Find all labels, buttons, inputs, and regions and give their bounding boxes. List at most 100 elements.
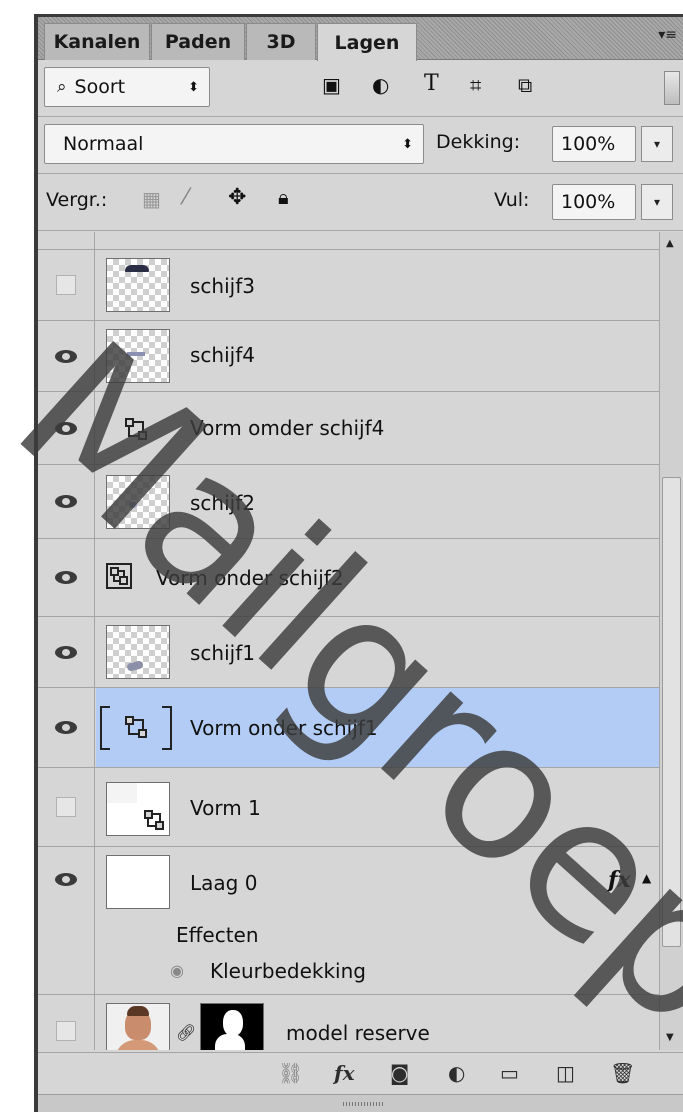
tab-channels[interactable]: Kanalen [44, 23, 150, 60]
layer-name: Vorm 1 [190, 796, 261, 820]
new-layer-icon[interactable]: ◫ [556, 1061, 575, 1085]
layer-name: Vorm onder schijf1 [190, 716, 378, 740]
fx-badge[interactable]: fx [608, 867, 631, 893]
layer-row[interactable]: schijf3 [38, 250, 663, 321]
fill-dropdown-button[interactable]: ▾ [641, 184, 673, 220]
divider [38, 230, 683, 231]
opacity-label: Dekking: [436, 131, 521, 153]
layer-name: schijf4 [190, 343, 255, 367]
effects-label: Effecten [176, 923, 259, 947]
tab-3d[interactable]: 3D [246, 23, 316, 60]
trash-icon[interactable]: 🗑︎ [610, 1061, 635, 1085]
blend-mode-value: Normaal [63, 133, 144, 155]
eye-icon [55, 721, 77, 734]
panel-tab-bar: Kanalen Paden 3D Lagen ▾≡ [38, 17, 683, 61]
layer-row[interactable]: Laag 0 fx ▲ Effecten ◉ Kleurbedekking [38, 847, 663, 995]
layer-row[interactable]: Vorm 1 [38, 768, 663, 847]
panel-menu-icon[interactable]: ▾≡ [658, 27, 677, 43]
layer-thumbnail [106, 1003, 170, 1050]
layer-mask-thumbnail[interactable] [200, 1003, 264, 1050]
tab-paths[interactable]: Paden [151, 23, 245, 60]
tab-layers[interactable]: Lagen [317, 23, 417, 61]
filter-kind-value: Soort [74, 76, 126, 98]
updown-icon: ⬍ [188, 79, 199, 95]
lock-image-pixels-icon[interactable]: ⁄ [184, 185, 188, 210]
fill-value: 100% [561, 191, 616, 213]
vector-mask-icon [100, 706, 172, 750]
visibility-toggle[interactable] [38, 465, 95, 538]
layer-name: model reserve [286, 1021, 430, 1045]
shape-layer-icon [125, 418, 147, 440]
effect-eye-icon[interactable]: ◉ [170, 961, 184, 980]
layers-bottom-toolbar: ⛓ fx ◙ ◐ ▭ ◫ 🗑︎ [38, 1052, 683, 1094]
add-layer-style-icon[interactable]: fx [334, 1061, 355, 1085]
layer-row-selected[interactable]: Vorm onder schijf1 [38, 688, 663, 768]
lock-label: Vergr.: [46, 189, 108, 211]
eye-icon [55, 645, 77, 659]
search-icon: ⌕ [57, 77, 67, 97]
filter-kind-select[interactable]: ⌕ Soort ⬍ [44, 67, 210, 107]
layer-name: Vorm onder schijf2 [156, 566, 344, 590]
layer-row[interactable]: schijf4 [38, 321, 663, 392]
layer-name: Vorm omder schijf4 [190, 416, 385, 440]
opacity-value: 100% [561, 133, 616, 155]
layers-panel: Kanalen Paden 3D Lagen ▾≡ ⌕ Soort ⬍ ▣ ◐ … [34, 14, 683, 1112]
visibility-toggle[interactable] [38, 847, 95, 994]
layer-name: schijf1 [190, 641, 255, 665]
layers-list: schijf3 schijf4 Vorm omder schijf4 schij… [38, 232, 663, 1050]
visibility-toggle[interactable] [38, 250, 95, 320]
filter-pixel-icon[interactable]: ▣ [322, 73, 341, 97]
visibility-toggle[interactable] [38, 392, 95, 464]
updown-icon: ⬍ [402, 136, 413, 152]
blend-mode-select[interactable]: Normaal ⬍ [44, 124, 424, 164]
filter-toggle-switch[interactable] [664, 71, 680, 105]
eye-icon [55, 571, 77, 584]
visibility-toggle[interactable] [38, 617, 95, 687]
fill-input[interactable]: 100% [552, 184, 636, 220]
layer-name: schijf3 [190, 274, 255, 298]
visibility-toggle[interactable] [38, 688, 95, 767]
layer-row[interactable]: Vorm omder schijf4 [38, 392, 663, 465]
new-group-icon[interactable]: ▭ [500, 1061, 519, 1085]
layer-row[interactable]: schijf2 [38, 465, 663, 539]
effect-name: Kleurbedekking [210, 959, 366, 983]
layer-row-partial [38, 232, 663, 250]
scroll-down-icon[interactable]: ▼ [666, 1032, 674, 1043]
layer-thumbnail [106, 329, 170, 383]
lock-all-icon[interactable]: 🔒︎ [278, 185, 289, 209]
layer-thumbnail [106, 782, 170, 836]
eye-icon [55, 495, 77, 508]
filter-smartobject-icon[interactable]: ⧉ [518, 73, 532, 97]
layer-row[interactable]: schijf1 [38, 617, 663, 688]
scroll-up-icon[interactable]: ▲ [666, 238, 674, 249]
eye-icon [55, 421, 77, 435]
visibility-toggle[interactable] [38, 321, 95, 391]
scrollbar-thumb[interactable] [662, 477, 681, 947]
visibility-toggle[interactable] [38, 768, 95, 846]
layer-row[interactable]: 🔗︎ model reserve [38, 995, 663, 1050]
filter-shape-icon[interactable]: ⌗ [470, 73, 481, 97]
link-icon[interactable]: 🔗︎ [176, 1023, 196, 1042]
expand-effects-icon[interactable]: ▲ [642, 871, 651, 885]
layers-scrollbar[interactable]: ▲ ▼ [659, 232, 683, 1050]
add-mask-icon[interactable]: ◙ [390, 1061, 409, 1085]
filter-type-icon[interactable]: T [424, 71, 439, 96]
visibility-toggle[interactable] [38, 995, 95, 1050]
fill-label: Vul: [494, 189, 530, 211]
new-adjustment-layer-icon[interactable]: ◐ [448, 1061, 465, 1085]
link-layers-icon[interactable]: ⛓ [278, 1061, 303, 1085]
opacity-input[interactable]: 100% [552, 126, 636, 162]
eye-icon [55, 873, 77, 886]
layer-thumbnail [106, 475, 170, 529]
panel-resize-grip[interactable] [38, 1094, 683, 1112]
lock-position-icon[interactable]: ✥ [228, 185, 246, 210]
visibility-toggle[interactable] [38, 539, 95, 616]
lock-transparent-pixels-icon[interactable]: ▦ [142, 187, 161, 211]
filter-adjustment-icon[interactable]: ◐ [372, 73, 389, 97]
divider [38, 116, 683, 117]
layer-row[interactable]: Vorm onder schijf2 [38, 539, 663, 617]
opacity-dropdown-button[interactable]: ▾ [641, 126, 673, 162]
eye-icon [55, 349, 77, 363]
vector-mask-icon [106, 563, 132, 589]
layer-thumbnail [106, 625, 170, 679]
